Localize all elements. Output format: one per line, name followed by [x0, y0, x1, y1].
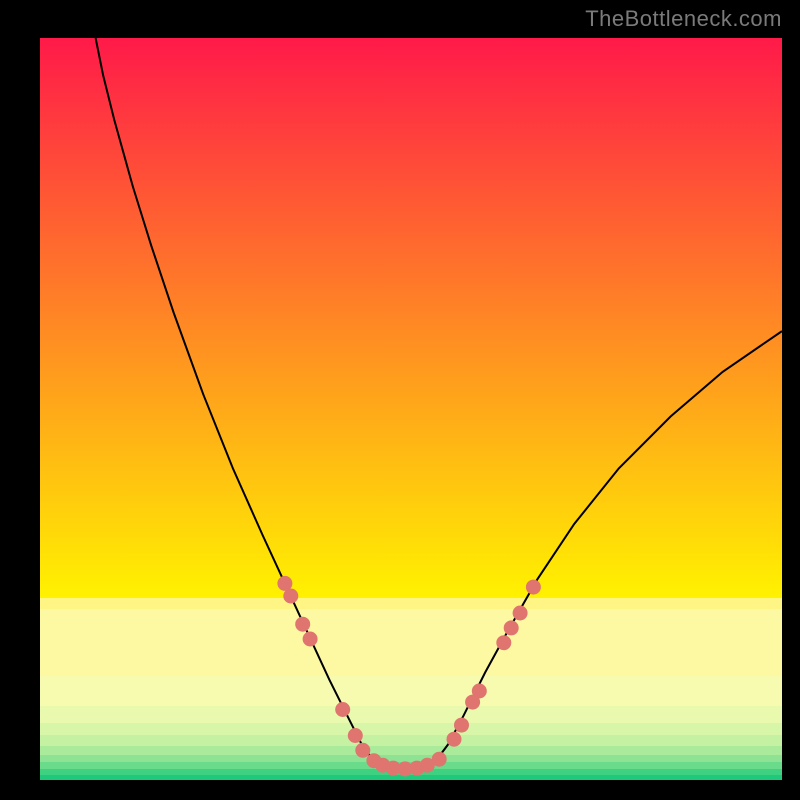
chart-stage: TheBottleneck.com: [0, 0, 800, 800]
background-band: [40, 609, 782, 676]
gradient-band: [40, 38, 782, 598]
background-band: [40, 706, 782, 723]
chart-background: [40, 38, 782, 780]
watermark-label: TheBottleneck.com: [585, 6, 782, 32]
background-band: [40, 746, 782, 755]
background-band: [40, 676, 782, 706]
background-band: [40, 723, 782, 736]
background-band: [40, 775, 782, 780]
plot-area: [40, 38, 782, 780]
background-band: [40, 735, 782, 746]
background-band: [40, 598, 782, 610]
